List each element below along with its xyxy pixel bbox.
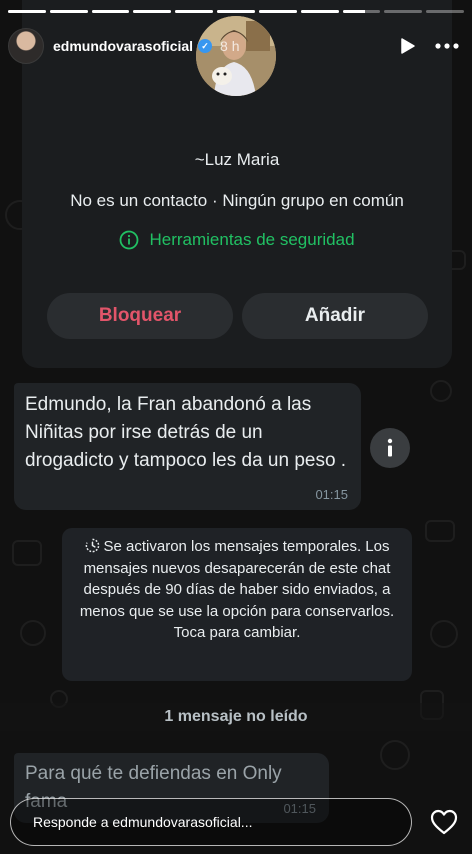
- contact-relationship-info: No es un contacto · Ningún grupo en comú…: [70, 191, 404, 210]
- story-progress-bar: [8, 10, 464, 13]
- story-author-avatar[interactable]: [8, 28, 44, 64]
- info-icon: [387, 438, 393, 457]
- contact-name: ~Luz Maria: [194, 150, 280, 169]
- progress-segment-fill: [175, 10, 214, 13]
- progress-segment-fill: [49, 10, 88, 13]
- story-username[interactable]: edmundovarasoficial: [53, 38, 193, 54]
- incoming-message[interactable]: Edmundo, la Fran abandonó a las Niñitas …: [14, 383, 361, 510]
- like-button[interactable]: [428, 806, 460, 838]
- info-circle-icon: [120, 230, 139, 250]
- progress-segment: [300, 10, 339, 13]
- progress-segment-fill: [217, 10, 255, 13]
- progress-segment: [175, 10, 214, 13]
- progress-segment: [426, 10, 464, 13]
- progress-segment-fill: [8, 10, 46, 13]
- story-header: edmundovarasoficial ✓ 8 h: [8, 26, 464, 66]
- block-button[interactable]: Bloquear: [47, 293, 233, 339]
- disappearing-messages-notice[interactable]: Se activaron los mensajes temporales. Lo…: [62, 528, 412, 681]
- message-info-button[interactable]: [370, 428, 410, 468]
- progress-segment-fill: [91, 10, 130, 13]
- verified-badge-icon: ✓: [198, 39, 213, 53]
- message-text: Edmundo, la Fran abandonó a las Niñitas …: [25, 394, 347, 471]
- progress-segment-fill: [133, 10, 172, 13]
- progress-segment-fill: [300, 10, 339, 13]
- reply-placeholder: Responde a edmundovarasoficial...: [33, 814, 253, 830]
- progress-segment: [258, 10, 297, 13]
- progress-segment: [133, 10, 172, 13]
- progress-segment: [49, 10, 88, 13]
- unread-divider: 1 mensaje no leído: [0, 703, 472, 731]
- notice-text: Se activaron los mensajes temporales. Lo…: [79, 538, 395, 641]
- progress-segment: [342, 10, 381, 13]
- story-time-ago: 8 h: [220, 38, 240, 54]
- progress-segment-fill: [258, 10, 297, 13]
- more-options-button[interactable]: [434, 33, 460, 59]
- more-dots-icon: [435, 43, 459, 49]
- safety-tools-link[interactable]: Herramientas de seguridad: [22, 230, 452, 250]
- add-contact-button[interactable]: Añadir: [242, 293, 428, 339]
- story-reply-input[interactable]: Responde a edmundovarasoficial...: [10, 798, 412, 846]
- safety-tools-label: Herramientas de seguridad: [149, 230, 355, 249]
- timer-icon: [85, 538, 99, 553]
- progress-segment: [91, 10, 130, 13]
- progress-segment-fill: [342, 10, 366, 13]
- message-time: 01:15: [315, 487, 348, 502]
- progress-segment: [384, 10, 423, 13]
- play-icon: [401, 38, 415, 54]
- progress-segment: [8, 10, 46, 13]
- progress-segment: [217, 10, 255, 13]
- play-button[interactable]: [394, 33, 420, 59]
- heart-icon: [430, 809, 458, 835]
